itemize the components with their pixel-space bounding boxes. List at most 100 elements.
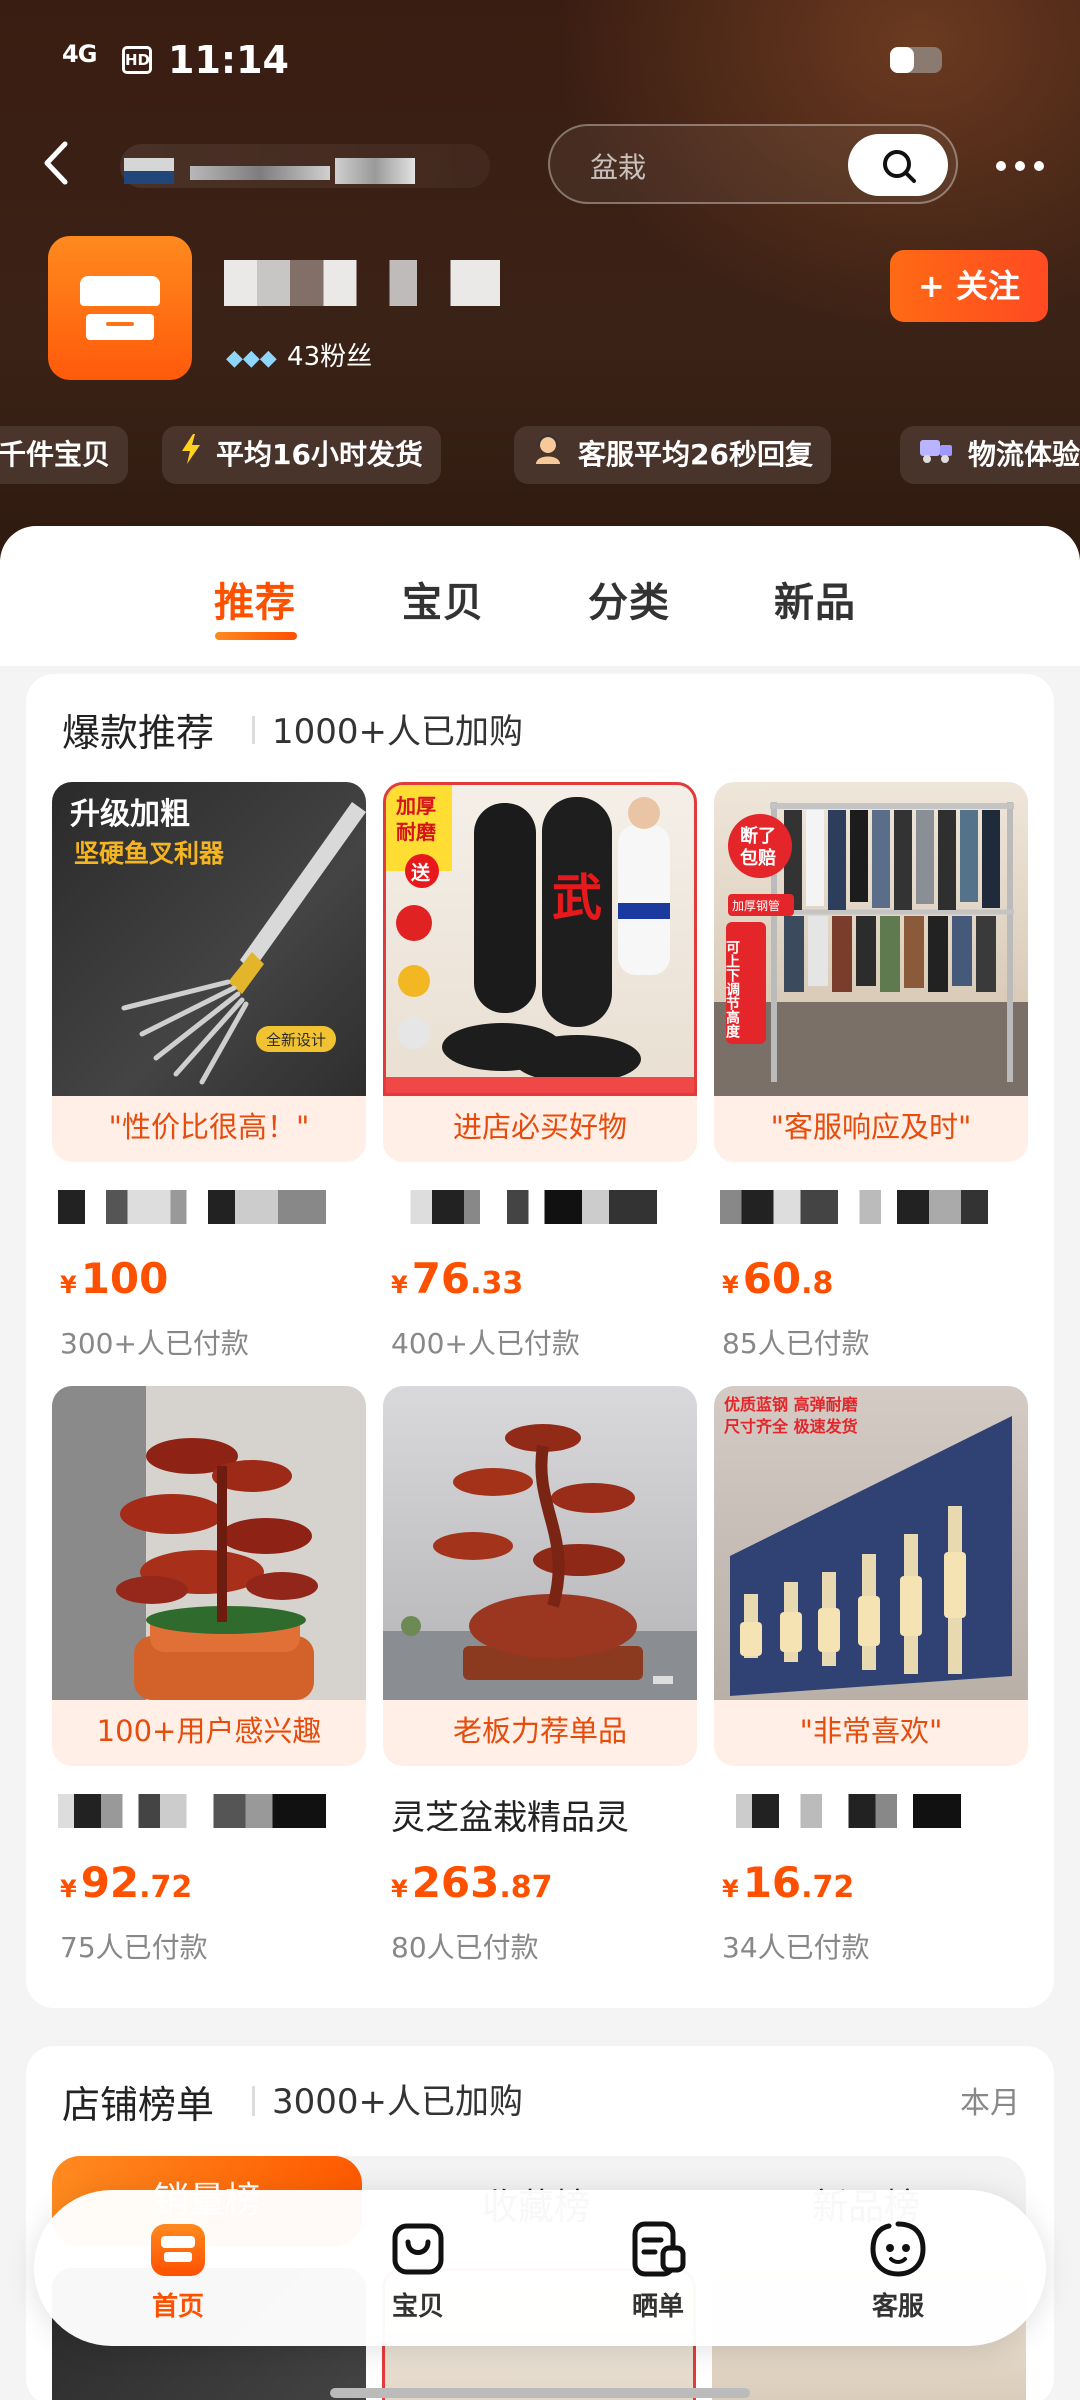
divider bbox=[252, 2086, 255, 2116]
follow-button[interactable]: + 关注 bbox=[890, 250, 1048, 322]
product-name-redacted bbox=[58, 1190, 326, 1224]
section-title: 店铺榜单 bbox=[62, 2083, 215, 2127]
product-price: ¥76.33 bbox=[391, 1254, 524, 1303]
product-image[interactable]: 升级加粗 坚硬鱼叉利器 全新设计 bbox=[52, 782, 366, 1096]
hd-indicator: HD bbox=[122, 46, 152, 74]
image-text: 送 bbox=[411, 861, 431, 884]
product-highlight: 100+用户感兴趣 bbox=[52, 1700, 366, 1766]
image-text: 断了 bbox=[740, 825, 776, 847]
network-indicator: 4G bbox=[62, 40, 97, 68]
fans-row: ◆◆◆ 43粉丝 bbox=[226, 336, 372, 372]
image-text: 全新设计 bbox=[266, 1031, 326, 1049]
product-image[interactable] bbox=[52, 1386, 366, 1700]
more-dots-icon bbox=[996, 161, 1044, 171]
bag-icon bbox=[392, 2223, 444, 2275]
product-price: ¥16.72 bbox=[722, 1858, 855, 1907]
diamond-level-icon: ◆◆◆ bbox=[226, 346, 277, 371]
nav-label: 晒单 bbox=[631, 2292, 684, 2322]
tag-logistics[interactable]: 物流体验 bbox=[900, 426, 1080, 484]
product-card[interactable]: 100+用户感兴趣 ¥92.72 75人已付款 bbox=[52, 1386, 366, 1976]
product-name-redacted bbox=[389, 1190, 657, 1224]
bottom-navigation: 首页 宝贝 晒单 客服 bbox=[34, 2190, 1046, 2346]
status-time: 11:14 bbox=[168, 38, 289, 82]
tag-label: 客服平均26秒回复 bbox=[578, 438, 813, 471]
service-face-icon bbox=[870, 2221, 926, 2277]
lightning-icon bbox=[180, 426, 202, 484]
product-card[interactable]: 优质蓝钢 高弹耐磨 尺寸齐全 极速发货 "非常喜欢" ¥16.72 34人已付款 bbox=[714, 1386, 1028, 1976]
search-button[interactable] bbox=[848, 134, 948, 196]
tag-label: 千件宝贝 bbox=[0, 438, 111, 471]
sold-count: 80人已付款 bbox=[391, 1931, 539, 1964]
tag-items[interactable]: 千件宝贝 bbox=[0, 426, 129, 484]
section-title: 爆款推荐 bbox=[62, 711, 215, 755]
customer-service-icon bbox=[532, 426, 564, 484]
section-subtitle: 3000+人已加购 bbox=[272, 2082, 524, 2122]
sold-count: 300+人已付款 bbox=[60, 1327, 249, 1360]
review-icon bbox=[632, 2221, 686, 2277]
tab-categories[interactable]: 分类 bbox=[588, 570, 670, 628]
product-name-redacted bbox=[720, 1190, 988, 1224]
product-card[interactable]: 升级加粗 坚硬鱼叉利器 全新设计 "性价比很高！" ¥100 300+人已付款 bbox=[52, 782, 366, 1372]
battery-icon bbox=[890, 47, 942, 73]
product-image[interactable] bbox=[383, 1386, 697, 1700]
tab-items[interactable]: 宝贝 bbox=[402, 570, 484, 628]
shop-name-redacted bbox=[120, 144, 490, 188]
image-text: 坚硬鱼叉利器 bbox=[74, 839, 225, 868]
top-nav: 盆栽 bbox=[0, 120, 1080, 210]
shop-search-box[interactable]: 盆栽 bbox=[548, 124, 958, 204]
product-card[interactable]: 断了 包赔 加厚钢管 可上下调节高度 "客服响应及时" ¥60.8 85人已付款 bbox=[714, 782, 1028, 1372]
nav-reviews[interactable]: 晒单 bbox=[598, 2218, 718, 2323]
sold-count: 400+人已付款 bbox=[391, 1327, 580, 1360]
image-text: 加厚 bbox=[395, 794, 436, 818]
truck-icon bbox=[918, 426, 954, 484]
image-text: 武 bbox=[552, 869, 602, 927]
product-image[interactable]: 断了 包赔 加厚钢管 可上下调节高度 bbox=[714, 782, 1028, 1096]
shop-info: ◆◆◆ 43粉丝 + 关注 bbox=[0, 230, 1080, 390]
product-image[interactable]: 优质蓝钢 高弹耐磨 尺寸齐全 极速发货 bbox=[714, 1386, 1028, 1700]
product-price: ¥263.87 bbox=[391, 1858, 553, 1907]
chevron-left-icon bbox=[44, 141, 68, 185]
home-indicator[interactable] bbox=[330, 2388, 750, 2398]
product-highlight: "性价比很高！" bbox=[52, 1096, 366, 1162]
search-input[interactable]: 盆栽 bbox=[590, 146, 646, 186]
sold-count: 34人已付款 bbox=[722, 1931, 870, 1964]
image-text: 尺寸齐全 极速发货 bbox=[724, 1417, 858, 1436]
product-highlight: 老板力荐单品 bbox=[383, 1700, 697, 1766]
tag-service[interactable]: 客服平均26秒回复 bbox=[514, 426, 831, 484]
product-price: ¥92.72 bbox=[60, 1858, 193, 1907]
nav-home[interactable]: 首页 bbox=[118, 2218, 238, 2323]
tab-recommend[interactable]: 推荐 bbox=[214, 570, 296, 628]
product-name-redacted bbox=[720, 1794, 988, 1828]
product-highlight: 进店必买好物 bbox=[383, 1096, 697, 1162]
product-name: 灵芝盆栽精品灵 bbox=[391, 1798, 629, 1838]
product-name-redacted bbox=[58, 1794, 326, 1828]
hot-products-card: 爆款推荐 1000+人已加购 升级加粗 坚硬鱼叉利器 全新设计 "性价比很高！"… bbox=[26, 674, 1054, 2008]
storefront-icon[interactable] bbox=[48, 236, 192, 380]
image-text: 包赔 bbox=[740, 847, 776, 869]
sold-count: 75人已付款 bbox=[60, 1931, 208, 1964]
image-text: 可上下调节高度 bbox=[724, 940, 740, 1039]
image-text: 升级加粗 bbox=[70, 797, 190, 832]
tag-shipping[interactable]: 平均16小时发货 bbox=[162, 426, 441, 484]
tab-new[interactable]: 新品 bbox=[774, 570, 856, 628]
image-text: 耐磨 bbox=[396, 820, 436, 844]
image-text: 加厚钢管 bbox=[732, 898, 780, 913]
shop-home-icon bbox=[151, 2224, 205, 2276]
product-card[interactable]: 老板力荐单品 灵芝盆栽精品灵 ¥263.87 80人已付款 bbox=[383, 1386, 697, 1976]
back-button[interactable] bbox=[34, 138, 78, 192]
search-icon bbox=[883, 150, 916, 183]
tag-label: 物流体验 bbox=[968, 438, 1080, 471]
product-image[interactable]: 加厚 耐磨 送 武 bbox=[383, 782, 697, 1096]
more-button[interactable] bbox=[990, 150, 1050, 180]
product-card[interactable]: 加厚 耐磨 送 武 进店必买好物 ¥76.33 400+人已付款 bbox=[383, 782, 697, 1372]
product-price: ¥60.8 bbox=[722, 1254, 834, 1303]
product-highlight: "非常喜欢" bbox=[714, 1700, 1028, 1766]
divider bbox=[252, 716, 255, 744]
nav-service[interactable]: 客服 bbox=[838, 2218, 958, 2323]
period-selector[interactable]: 本月 bbox=[960, 2078, 1020, 2122]
nav-items[interactable]: 宝贝 bbox=[358, 2218, 478, 2323]
status-bar: 4G HD 11:14 bbox=[0, 0, 1080, 120]
product-price: ¥100 bbox=[60, 1254, 169, 1303]
active-tab-indicator bbox=[215, 632, 297, 640]
fans-count: 43粉丝 bbox=[287, 342, 373, 372]
